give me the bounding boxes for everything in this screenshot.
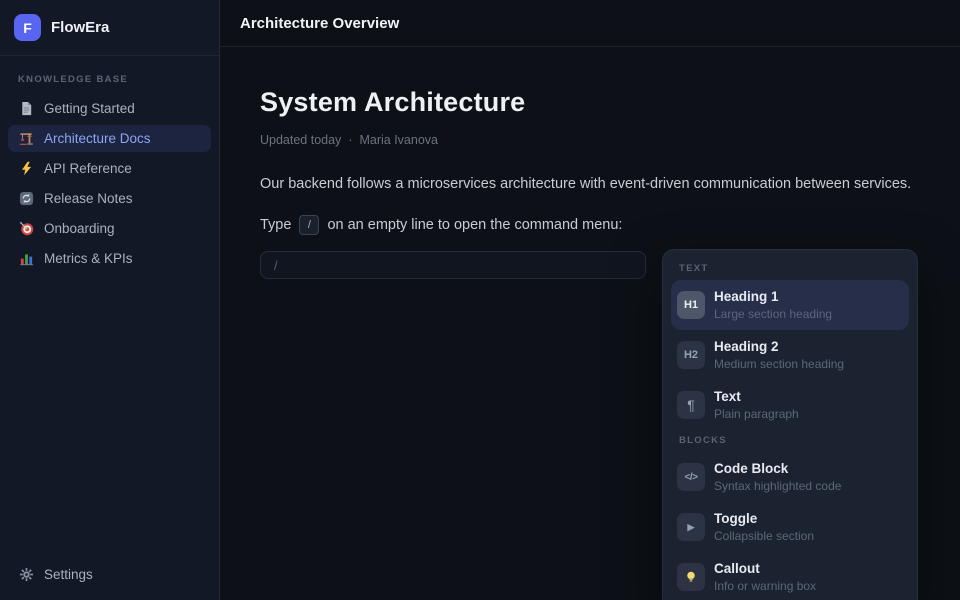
crane-icon — [18, 131, 34, 147]
sidebar-item-label: Getting Started — [44, 101, 135, 116]
author-name: Maria Ivanova — [359, 133, 438, 147]
sidebar-item-label: Architecture Docs — [44, 131, 151, 146]
bar-chart-icon — [18, 251, 34, 267]
refresh-icon — [18, 191, 34, 207]
document-title: System Architecture — [260, 87, 920, 118]
meta-separator: · — [348, 133, 352, 147]
command-item-title: Callout — [714, 561, 816, 576]
command-item-title: Heading 1 — [714, 289, 832, 304]
heading-2-icon: H2 — [677, 341, 705, 369]
command-item-subtitle: Plain paragraph — [714, 407, 799, 421]
editor-input[interactable] — [260, 251, 646, 279]
sidebar-item-settings[interactable]: Settings — [8, 561, 211, 588]
lightbulb-icon — [677, 563, 705, 591]
editor-row — [260, 251, 646, 279]
command-item-code-block[interactable]: </> Code Block Syntax highlighted code — [671, 452, 909, 502]
topbar: Architecture Overview — [220, 0, 960, 47]
document-meta: Updated today · Maria Ivanova — [260, 133, 920, 147]
sidebar: F FlowEra KNOWLEDGE BASE Getting Started… — [0, 0, 220, 600]
sidebar-item-getting-started[interactable]: Getting Started — [8, 95, 211, 122]
command-item-heading-1[interactable]: H1 Heading 1 Large section heading — [671, 280, 909, 330]
target-icon — [18, 221, 34, 237]
updated-timestamp: Updated today — [260, 133, 341, 147]
settings-label: Settings — [44, 567, 93, 582]
pilcrow-icon: ¶ — [677, 391, 705, 419]
command-item-title: Heading 2 — [714, 339, 844, 354]
sidebar-item-metrics-kpis[interactable]: Metrics & KPIs — [8, 245, 211, 272]
page-title: Architecture Overview — [240, 15, 399, 32]
command-menu-section-blocks: BLOCKS — [679, 435, 909, 446]
document-icon — [18, 101, 34, 117]
hint-text-before: Type — [260, 217, 291, 233]
command-item-subtitle: Large section heading — [714, 307, 832, 321]
play-triangle-icon: ▶ — [677, 513, 705, 541]
command-item-text[interactable]: ¶ Text Plain paragraph — [671, 380, 909, 430]
sidebar-item-label: API Reference — [44, 161, 132, 176]
app-logo: F — [14, 14, 41, 41]
hint-text-after: on an empty line to open the command men… — [327, 217, 622, 233]
command-item-title: Code Block — [714, 461, 841, 476]
command-item-heading-2[interactable]: H2 Heading 2 Medium section heading — [671, 330, 909, 380]
command-item-subtitle: Syntax highlighted code — [714, 479, 841, 493]
command-item-subtitle: Collapsible section — [714, 529, 814, 543]
code-icon: </> — [677, 463, 705, 491]
command-item-callout[interactable]: Callout Info or warning box — [671, 552, 909, 600]
sidebar-item-release-notes[interactable]: Release Notes — [8, 185, 211, 212]
command-menu: TEXT H1 Heading 1 Large section heading … — [662, 249, 918, 600]
app-name: FlowEra — [51, 19, 109, 36]
sidebar-section-label: KNOWLEDGE BASE — [18, 74, 201, 85]
command-item-title: Text — [714, 389, 799, 404]
gear-icon — [18, 567, 34, 583]
command-item-subtitle: Medium section heading — [714, 357, 844, 371]
sidebar-footer: Settings — [8, 561, 211, 588]
document-body: System Architecture Updated today · Mari… — [220, 47, 960, 279]
sidebar-item-architecture-docs[interactable]: Architecture Docs — [8, 125, 211, 152]
sidebar-item-onboarding[interactable]: Onboarding — [8, 215, 211, 242]
command-menu-section-text: TEXT — [679, 263, 909, 274]
heading-1-icon: H1 — [677, 291, 705, 319]
sidebar-item-api-reference[interactable]: API Reference — [8, 155, 211, 182]
sidebar-item-label: Metrics & KPIs — [44, 251, 133, 266]
brand: F FlowEra — [0, 0, 219, 56]
command-item-title: Toggle — [714, 511, 814, 526]
lightning-icon — [18, 161, 34, 177]
command-item-toggle[interactable]: ▶ Toggle Collapsible section — [671, 502, 909, 552]
command-item-subtitle: Info or warning box — [714, 579, 816, 593]
sidebar-item-label: Release Notes — [44, 191, 133, 206]
sidebar-item-label: Onboarding — [44, 221, 115, 236]
slash-keycap: / — [299, 215, 319, 235]
document-paragraph: Our backend follows a microservices arch… — [260, 176, 920, 192]
command-hint: Type / on an empty line to open the comm… — [260, 215, 920, 235]
sidebar-nav: Getting Started Architecture Docs API Re… — [0, 95, 219, 272]
